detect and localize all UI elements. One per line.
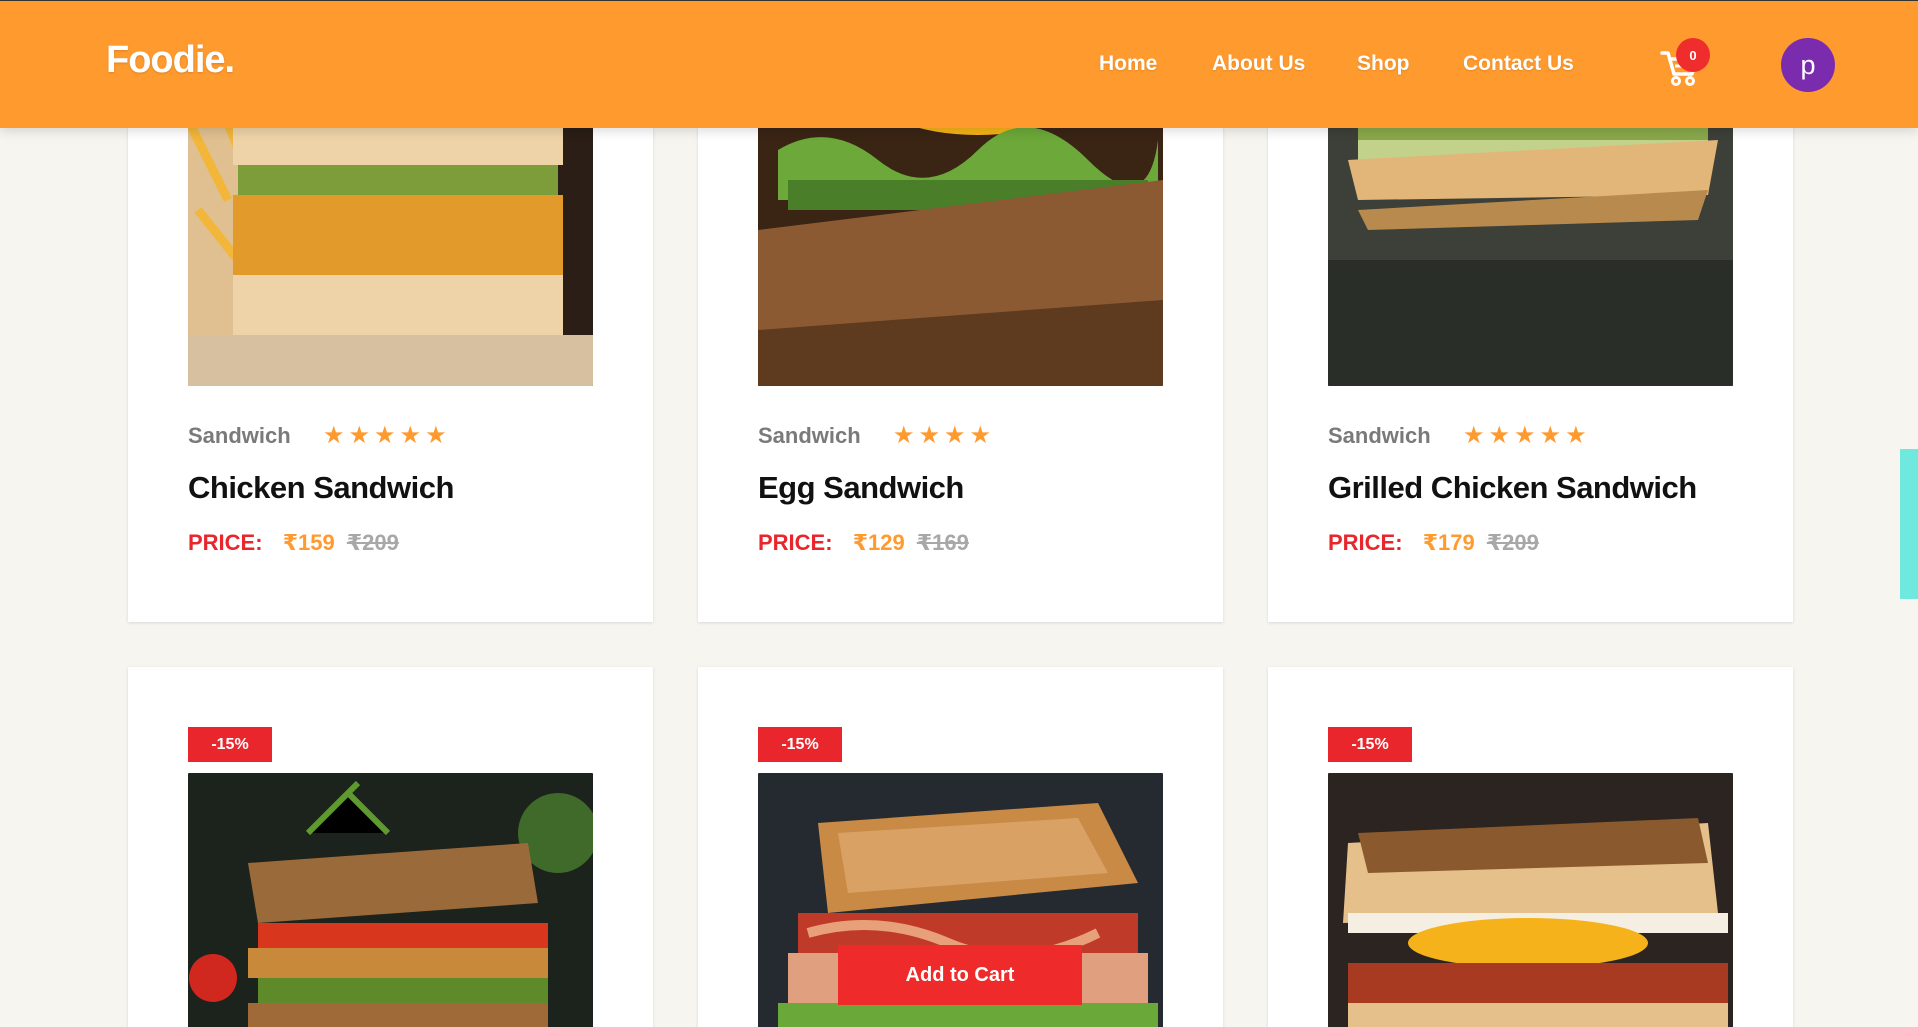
discount-badge: -15%	[758, 727, 842, 762]
rating-stars: ★★★★★	[1463, 422, 1591, 449]
price-original: ₹209	[1486, 530, 1539, 555]
rating-stars: ★★★★	[893, 422, 996, 449]
side-feedback-tab[interactable]	[1900, 449, 1918, 599]
price-row: PRICE: ₹159 ₹209	[188, 530, 399, 556]
price-original: ₹169	[916, 530, 969, 555]
site-header: Foodie. Home About Us Shop Contact Us 0 …	[0, 0, 1918, 128]
user-avatar[interactable]: p	[1781, 38, 1835, 92]
price-current: ₹129	[852, 530, 905, 555]
price-current: ₹179	[1422, 530, 1475, 555]
nav-shop[interactable]: Shop	[1357, 52, 1410, 76]
product-category: Sandwich	[758, 423, 861, 448]
product-card[interactable]: -15%	[1268, 667, 1793, 1027]
sandwich-image	[188, 773, 593, 1027]
product-card[interactable]: -15%	[128, 667, 653, 1027]
add-to-cart-button[interactable]: Add to Cart	[838, 945, 1082, 1005]
product-image[interactable]	[1328, 773, 1733, 1027]
nav-home[interactable]: Home	[1099, 52, 1157, 76]
cart-count-badge: 0	[1676, 38, 1710, 72]
price-label: PRICE:	[1328, 530, 1403, 555]
nav-about-us[interactable]: About Us	[1212, 52, 1305, 76]
price-label: PRICE:	[188, 530, 263, 555]
price-label: PRICE:	[758, 530, 833, 555]
nav-contact-us[interactable]: Contact Us	[1463, 52, 1574, 76]
discount-badge: -15%	[1328, 727, 1412, 762]
discount-badge: -15%	[188, 727, 272, 762]
product-image[interactable]	[188, 773, 593, 1027]
product-category: Sandwich	[188, 423, 291, 448]
price-original: ₹209	[346, 530, 399, 555]
price-current: ₹159	[282, 530, 335, 555]
product-title[interactable]: Egg Sandwich	[758, 470, 964, 506]
rating-stars: ★★★★★	[323, 422, 451, 449]
price-row: PRICE: ₹179 ₹209	[1328, 530, 1539, 556]
product-title[interactable]: Grilled Chicken Sandwich	[1328, 470, 1697, 506]
site-logo[interactable]: Foodie.	[106, 39, 235, 82]
product-category: Sandwich	[1328, 423, 1431, 448]
product-title[interactable]: Chicken Sandwich	[188, 470, 454, 506]
sandwich-image	[1328, 773, 1733, 1027]
price-row: PRICE: ₹129 ₹169	[758, 530, 969, 556]
